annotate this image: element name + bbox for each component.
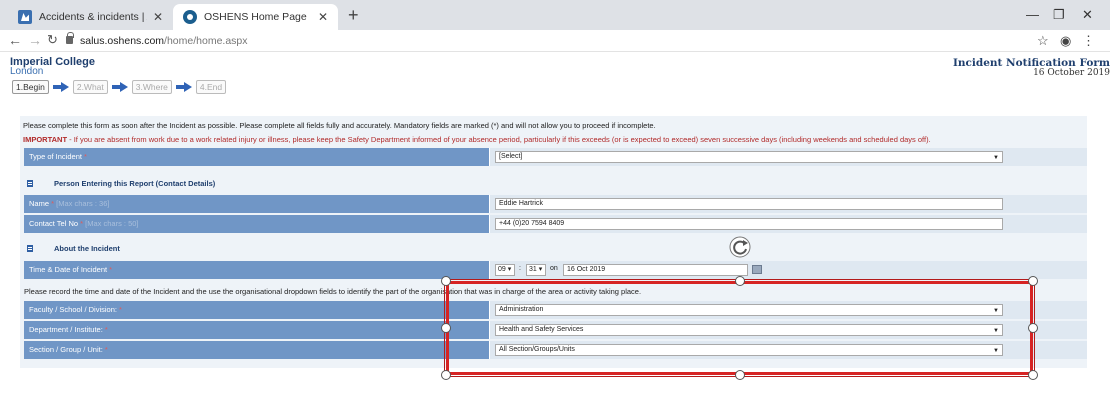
forward-icon[interactable]: → [28, 32, 42, 48]
type-of-incident-select[interactable]: [Select] ▼ [495, 151, 1003, 163]
time-date-label: Time & Date of Incident * [24, 261, 489, 279]
url-field[interactable]: salus.oshens.com/home/home.aspx [80, 35, 248, 47]
contact-tel-cell: +44 (0)20 7594 8409 [489, 215, 1087, 233]
address-bar: ← → ↻ salus.oshens.com/home/home.aspx ☆ … [0, 30, 1110, 52]
back-icon[interactable]: ← [8, 32, 22, 48]
browser-tab-active[interactable]: OSHENS Home Page ✕ [173, 4, 338, 30]
name-cell: Eddie Hartrick [489, 195, 1087, 213]
hour-select[interactable]: 09 ▾ [495, 264, 515, 276]
section-list-icon [27, 245, 33, 252]
time-date-cell: 09 ▾ : 31 ▾ on 16 Oct 2019 [489, 261, 1087, 279]
step-what[interactable]: 2.What [72, 80, 108, 94]
resize-handle-top[interactable] [735, 276, 745, 286]
resize-handle-left[interactable] [441, 323, 451, 333]
minute-select[interactable]: 31 ▾ [526, 264, 546, 276]
tab-close-icon[interactable]: ✕ [153, 10, 163, 24]
minute-value: 31 [529, 266, 537, 273]
label-text: Faculty / School / Division: [29, 305, 117, 314]
about-incident-section: About the Incident [24, 240, 1087, 258]
time-colon: : [519, 265, 521, 272]
section-label: Section / Group / Unit: * [24, 341, 489, 359]
name-input[interactable]: Eddie Hartrick [495, 198, 1003, 210]
new-tab-icon[interactable]: + [348, 5, 359, 26]
account-icon[interactable]: ◉ [1060, 33, 1071, 49]
important-text: - If you are absent from work due to a w… [67, 135, 931, 144]
step-begin[interactable]: 1.Begin [12, 80, 49, 94]
hour-value: 09 [498, 266, 506, 273]
label-text: Type of Incident [29, 152, 82, 161]
row-time-date: Time & Date of Incident * 09 ▾ : 31 ▾ on… [24, 261, 1087, 279]
resize-handle-bottom[interactable] [735, 370, 745, 380]
max-chars-hint: [Max chars : 36] [54, 199, 110, 208]
contact-details-section: Person Entering this Report (Contact Det… [24, 175, 1087, 193]
required-marker: * [102, 325, 108, 334]
window-close-icon[interactable]: ✕ [1082, 7, 1093, 23]
important-label: IMPORTANT [23, 135, 68, 144]
reload-icon[interactable]: ↻ [47, 32, 58, 48]
on-text: on [550, 265, 558, 272]
url-host: salus.oshens.com [80, 35, 165, 47]
label-text: Department / Institute: [29, 325, 103, 334]
required-marker: * [102, 345, 108, 354]
required-marker: * [81, 152, 87, 161]
required-marker: * [116, 305, 122, 314]
resize-handle-bottom-right[interactable] [1028, 370, 1038, 380]
tab-title: OSHENS Home Page [204, 11, 307, 23]
browser-tab-bar: Accidents & incidents | Administ ✕ OSHEN… [0, 0, 1110, 30]
type-of-incident-label: Type of Incident * [24, 148, 489, 166]
name-label: Name * [Max chars : 36] [24, 195, 489, 213]
resize-handle-top-left[interactable] [441, 276, 451, 286]
label-text: Time & Date of Incident [29, 265, 108, 274]
step-end[interactable]: 4.End [195, 80, 227, 94]
site-favicon-icon [18, 10, 32, 24]
resize-handle-bottom-left[interactable] [441, 370, 451, 380]
minimize-icon[interactable]: — [1026, 7, 1039, 22]
step-where[interactable]: 3.Where [131, 80, 172, 94]
selection-rectangle[interactable] [444, 279, 1035, 377]
contact-tel-input[interactable]: +44 (0)20 7594 8409 [495, 218, 1003, 230]
resize-handle-right[interactable] [1028, 323, 1038, 333]
section-title: Person Entering this Report (Contact Det… [54, 179, 216, 188]
intro-note: Please complete this form as soon after … [23, 121, 656, 130]
contact-tel-label: Contact Tel No * [Max chars : 50] [24, 215, 489, 233]
menu-kebab-icon[interactable]: ⋮ [1082, 33, 1095, 49]
tab-close-icon[interactable]: ✕ [318, 10, 328, 24]
max-chars-hint: [Max chars : 50] [83, 219, 139, 228]
incident-date-input[interactable]: 16 Oct 2019 [563, 264, 748, 276]
oshens-favicon-icon [183, 10, 197, 24]
bookmark-star-icon[interactable]: ☆ [1037, 33, 1049, 49]
rotate-handle-icon[interactable] [728, 235, 752, 259]
restore-icon[interactable]: ❐ [1053, 7, 1065, 23]
step-arrow-icon [111, 82, 128, 92]
department-label: Department / Institute: * [24, 321, 489, 339]
faculty-label: Faculty / School / Division: * [24, 301, 489, 319]
step-arrow-icon [52, 82, 69, 92]
url-path: /home/home.aspx [164, 35, 248, 47]
tab-title: Accidents & incidents | Administ [39, 11, 147, 23]
chevron-down-icon: ▼ [993, 155, 999, 161]
select-value: [Select] [499, 153, 523, 160]
type-of-incident-cell: [Select] ▼ [489, 148, 1087, 166]
browser-tab[interactable]: Accidents & incidents | Administ ✕ [8, 4, 173, 30]
section-list-icon [27, 180, 33, 187]
label-text: Name [29, 199, 50, 208]
step-arrow-icon [175, 82, 192, 92]
label-text: Section / Group / Unit: [29, 345, 103, 354]
required-marker: * [107, 265, 113, 274]
section-title: About the Incident [54, 244, 120, 253]
label-text: Contact Tel No [29, 219, 79, 228]
important-note: IMPORTANT - If you are absent from work … [23, 135, 931, 144]
lock-icon [66, 32, 74, 44]
resize-handle-top-right[interactable] [1028, 276, 1038, 286]
row-name: Name * [Max chars : 36] Eddie Hartrick [24, 195, 1087, 213]
row-contact-tel: Contact Tel No * [Max chars : 50] +44 (0… [24, 215, 1087, 233]
calendar-icon[interactable] [752, 265, 762, 274]
wizard-steps: 1.Begin 2.What 3.Where 4.End [12, 80, 227, 94]
row-type-of-incident: Type of Incident * [Select] ▼ [24, 148, 1087, 166]
form-date: 16 October 2019 [1033, 68, 1110, 78]
logo-text-line2: London [10, 66, 44, 77]
